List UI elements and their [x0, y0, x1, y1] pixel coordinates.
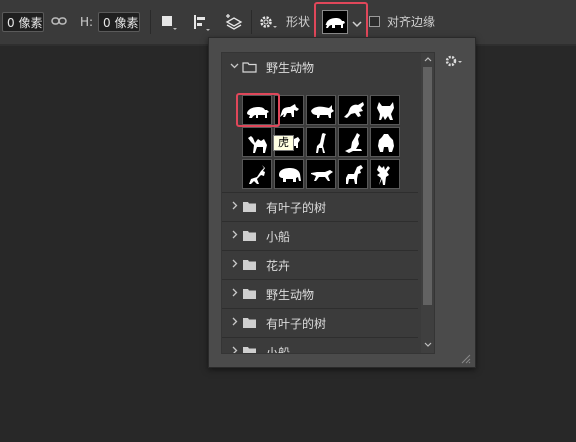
- rhino-icon[interactable]: [306, 95, 336, 125]
- wild-cat-icon[interactable]: [370, 95, 400, 125]
- kangaroo-icon[interactable]: [338, 127, 368, 157]
- group-header-leafy-trees-2[interactable]: 有叶子的树: [222, 309, 418, 337]
- shape-label: 形状: [286, 15, 311, 29]
- path-arrangement-icon[interactable]: [224, 13, 244, 36]
- group-header-leafy-trees[interactable]: 有叶子的树: [222, 193, 418, 221]
- group-header-boats-2[interactable]: 小船: [222, 338, 418, 354]
- scroll-down-icon[interactable]: [424, 341, 432, 350]
- folder-icon: [242, 288, 257, 300]
- stag-icon[interactable]: [370, 159, 400, 189]
- group-name: 花卉: [266, 259, 291, 273]
- folder-icon: [242, 230, 257, 242]
- path-operations-icon[interactable]: [161, 15, 177, 34]
- folder-icon: [242, 201, 257, 213]
- folder-icon: [242, 259, 257, 271]
- align-edges-label: 对齐边缘: [387, 15, 436, 29]
- folder-icon: [242, 317, 257, 329]
- camel-icon[interactable]: [242, 127, 272, 157]
- chevron-right-icon: [230, 259, 239, 271]
- leopard-icon[interactable]: [306, 159, 336, 189]
- folder-icon: [242, 346, 257, 353]
- selected-shape-highlight: [236, 93, 280, 127]
- frog-icon[interactable]: [338, 95, 368, 125]
- group-header-wildlife[interactable]: 野生动物: [222, 53, 418, 81]
- chevron-down-icon[interactable]: [352, 17, 362, 31]
- shape-tooltip: 虎: [273, 135, 294, 151]
- link-icon[interactable]: [51, 15, 67, 30]
- deer-icon[interactable]: [242, 159, 272, 189]
- group-name: 有叶子的树: [266, 317, 327, 331]
- vertical-scrollbar[interactable]: [421, 53, 434, 353]
- moose-icon[interactable]: [338, 159, 368, 189]
- width-field[interactable]: 0 像素: [2, 12, 44, 32]
- gear-icon[interactable]: [258, 13, 278, 34]
- group-header-boats[interactable]: 小船: [222, 222, 418, 250]
- scrollbar-thumb[interactable]: [423, 67, 432, 305]
- separator: [150, 10, 151, 34]
- group-name: 小船: [266, 346, 291, 354]
- height-label: H:: [80, 15, 94, 29]
- group-header-wildlife-2[interactable]: 野生动物: [222, 280, 418, 308]
- chevron-right-icon: [230, 230, 239, 242]
- folder-icon: [242, 61, 257, 73]
- chevron-right-icon: [230, 317, 239, 329]
- group-header-flowers[interactable]: 花卉: [222, 251, 418, 279]
- group-name: 野生动物: [266, 288, 315, 302]
- separator: [251, 10, 252, 34]
- path-alignment-icon[interactable]: [193, 14, 211, 35]
- chevron-down-icon: [230, 61, 239, 73]
- tiger-icon: [322, 10, 348, 34]
- group-name: 有叶子的树: [266, 201, 327, 215]
- elephant-icon[interactable]: [274, 159, 304, 189]
- chevron-right-icon: [230, 288, 239, 300]
- resize-grip-icon[interactable]: [459, 352, 471, 367]
- group-name: 野生动物: [266, 61, 315, 75]
- scroll-up-icon[interactable]: [424, 55, 432, 64]
- shape-list: 野生动物 虎 有叶子的树 小船 花卉 野生动物 有叶子的树 小船: [221, 52, 435, 354]
- group-name: 小船: [266, 230, 291, 244]
- picker-settings-gear-icon[interactable]: [445, 55, 463, 71]
- chevron-right-icon: [230, 346, 239, 353]
- chevron-right-icon: [230, 201, 239, 213]
- gorilla-icon[interactable]: [370, 127, 400, 157]
- custom-shape-picker-panel: 野生动物 虎 有叶子的树 小船 花卉 野生动物 有叶子的树 小船: [208, 37, 476, 368]
- giraffe-icon[interactable]: [306, 127, 336, 157]
- height-field[interactable]: 0 像素: [98, 12, 140, 32]
- align-edges-checkbox[interactable]: [369, 16, 380, 27]
